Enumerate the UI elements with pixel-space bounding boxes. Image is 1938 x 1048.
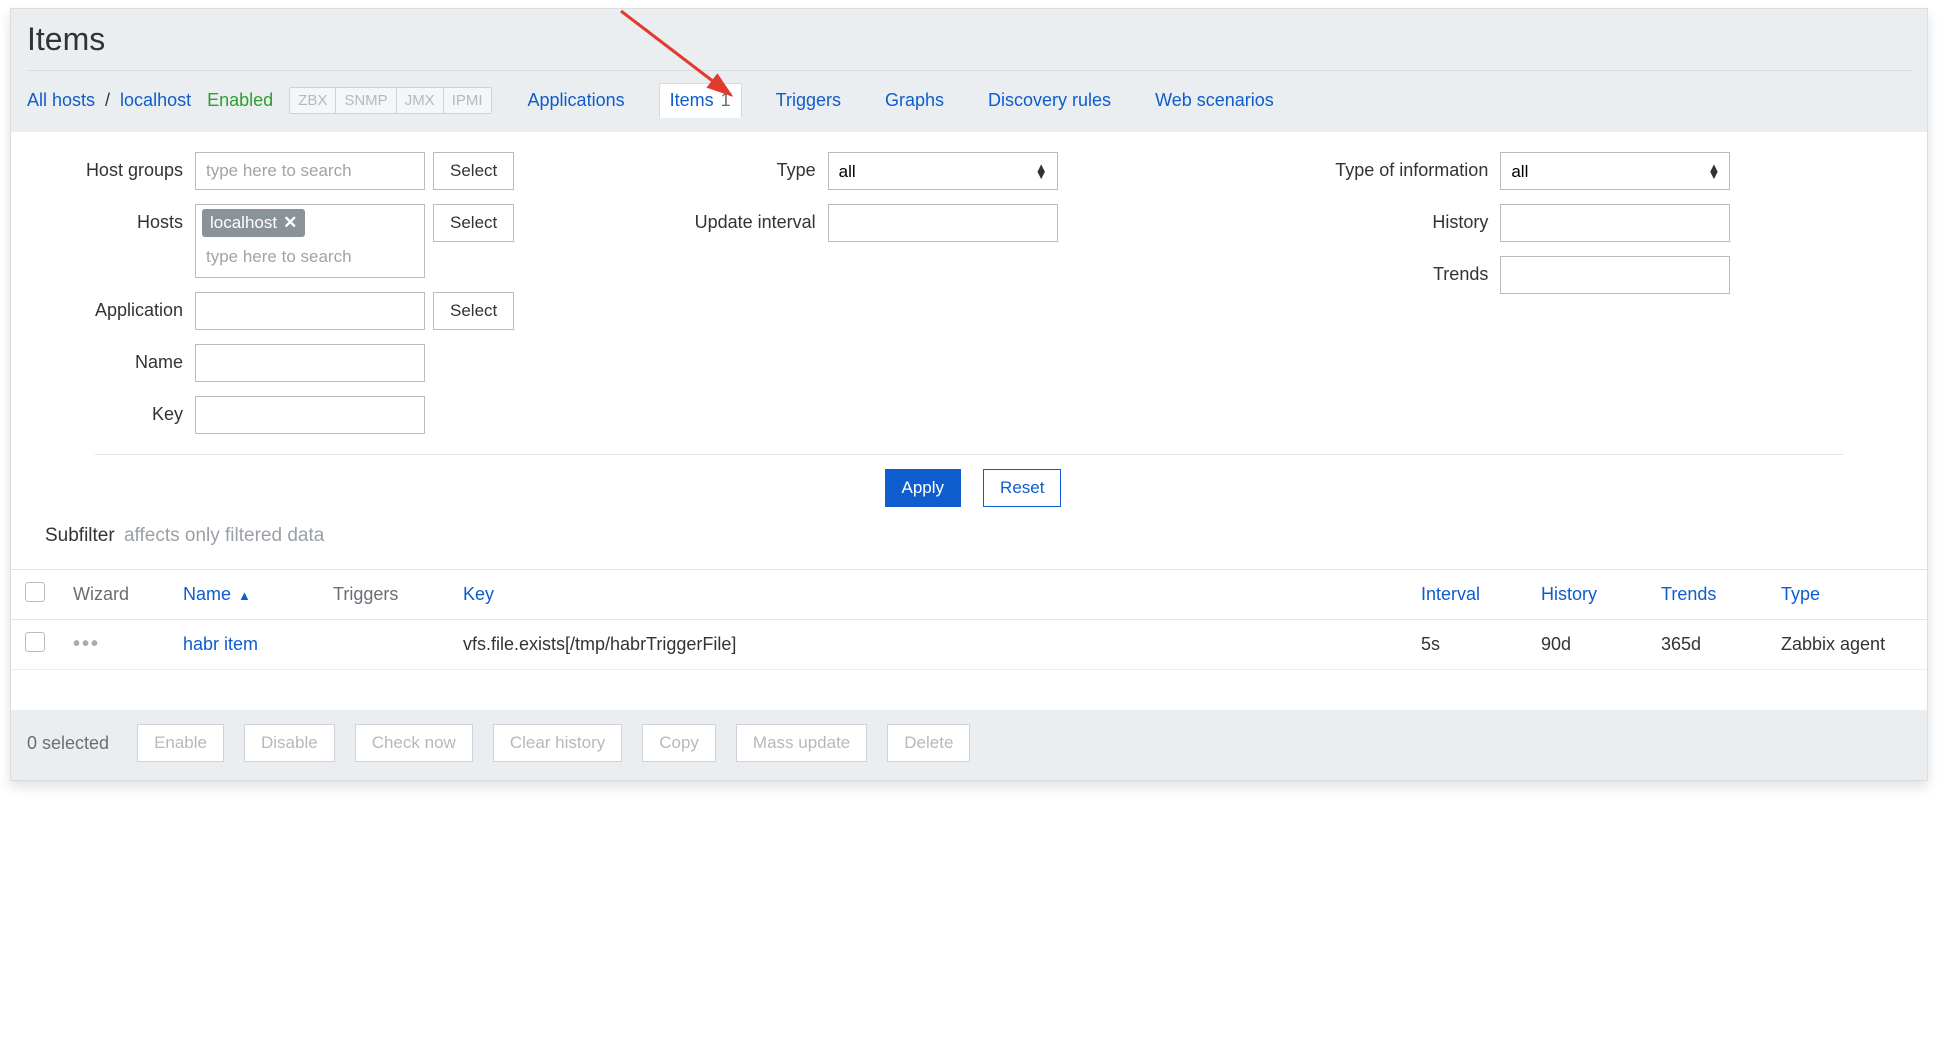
copy-button[interactable]: Copy bbox=[642, 724, 716, 762]
row-checkbox[interactable] bbox=[25, 632, 45, 652]
tab-applications[interactable]: Applications bbox=[518, 84, 635, 117]
selected-count: 0 selected bbox=[27, 733, 109, 754]
tab-graphs[interactable]: Graphs bbox=[875, 84, 954, 117]
subfilter-label: Subfilter bbox=[45, 525, 115, 546]
history-input[interactable] bbox=[1500, 204, 1730, 242]
mass-action-footer: 0 selected Enable Disable Check now Clea… bbox=[11, 710, 1927, 780]
col-trends[interactable]: Trends bbox=[1647, 570, 1767, 620]
filter-col-1: Host groups Select Hosts localhost ✕ Sel… bbox=[35, 152, 638, 448]
sort-asc-icon: ▲ bbox=[238, 588, 251, 603]
breadcrumb-host[interactable]: localhost bbox=[120, 90, 191, 111]
label-hosts: Hosts bbox=[35, 204, 195, 233]
label-key: Key bbox=[35, 396, 195, 425]
filter-panel: Host groups Select Hosts localhost ✕ Sel… bbox=[11, 132, 1927, 569]
label-trends: Trends bbox=[1300, 256, 1500, 285]
reset-button[interactable]: Reset bbox=[983, 469, 1061, 507]
filter-divider bbox=[95, 454, 1843, 455]
label-name: Name bbox=[35, 344, 195, 373]
proto-jmx: JMX bbox=[397, 88, 444, 113]
application-input[interactable] bbox=[195, 292, 425, 330]
disable-button[interactable]: Disable bbox=[244, 724, 335, 762]
trends-input[interactable] bbox=[1500, 256, 1730, 294]
check-now-button[interactable]: Check now bbox=[355, 724, 473, 762]
enable-button[interactable]: Enable bbox=[137, 724, 224, 762]
hosts-select-button[interactable]: Select bbox=[433, 204, 514, 242]
mass-update-button[interactable]: Mass update bbox=[736, 724, 867, 762]
select-all-checkbox[interactable] bbox=[25, 582, 45, 602]
col-name[interactable]: Name ▲ bbox=[169, 570, 319, 620]
hosts-input-box[interactable]: localhost ✕ bbox=[195, 204, 425, 278]
update-interval-input[interactable] bbox=[828, 204, 1058, 242]
clear-history-button[interactable]: Clear history bbox=[493, 724, 622, 762]
cell-history: 90d bbox=[1527, 620, 1647, 670]
application-select-button[interactable]: Select bbox=[433, 292, 514, 330]
tab-web-scenarios[interactable]: Web scenarios bbox=[1145, 84, 1284, 117]
breadcrumb-separator: / bbox=[105, 90, 110, 111]
apply-button[interactable]: Apply bbox=[885, 469, 962, 507]
subfilter-note: affects only filtered data bbox=[124, 525, 324, 546]
col-triggers: Triggers bbox=[319, 570, 449, 620]
key-input[interactable] bbox=[195, 396, 425, 434]
type-of-info-select[interactable]: all bbox=[1500, 152, 1730, 190]
cell-interval: 5s bbox=[1407, 620, 1527, 670]
tab-triggers[interactable]: Triggers bbox=[766, 84, 851, 117]
wizard-menu-icon[interactable]: ••• bbox=[73, 633, 100, 655]
delete-button[interactable]: Delete bbox=[887, 724, 970, 762]
tab-discovery[interactable]: Discovery rules bbox=[978, 84, 1121, 117]
cell-trends: 365d bbox=[1647, 620, 1767, 670]
col-interval[interactable]: Interval bbox=[1407, 570, 1527, 620]
table-row: ••• habr item vfs.file.exists[/tmp/habrT… bbox=[11, 620, 1927, 670]
host-token-label: localhost bbox=[210, 213, 277, 233]
col-type[interactable]: Type bbox=[1767, 570, 1927, 620]
host-token[interactable]: localhost ✕ bbox=[202, 209, 305, 237]
cell-key: vfs.file.exists[/tmp/habrTriggerFile] bbox=[449, 620, 1407, 670]
col-wizard: Wizard bbox=[59, 570, 169, 620]
host-groups-input[interactable] bbox=[195, 152, 425, 190]
filter-col-2: Type all ▲▼ Update interval bbox=[668, 152, 1271, 448]
filter-col-3: Type of information all ▲▼ History Trend… bbox=[1300, 152, 1903, 448]
tab-items-label: Items bbox=[670, 90, 714, 110]
col-key[interactable]: Key bbox=[449, 570, 1407, 620]
item-name-link[interactable]: habr item bbox=[183, 634, 258, 654]
label-history: History bbox=[1300, 204, 1500, 233]
label-type: Type bbox=[668, 152, 828, 181]
label-type-of-info: Type of information bbox=[1300, 152, 1500, 181]
name-input[interactable] bbox=[195, 344, 425, 382]
hosts-search-input[interactable] bbox=[202, 241, 418, 273]
proto-zbx: ZBX bbox=[290, 88, 336, 113]
items-table-wrap: Wizard Name ▲ Triggers Key Interval Hist… bbox=[11, 569, 1927, 710]
tab-items-count: 1 bbox=[721, 90, 731, 110]
items-page: Items All hosts / localhost Enabled ZBX … bbox=[10, 8, 1928, 781]
tab-items[interactable]: Items 1 bbox=[659, 83, 742, 118]
nav-row: All hosts / localhost Enabled ZBX SNMP J… bbox=[27, 70, 1911, 122]
items-table: Wizard Name ▲ Triggers Key Interval Hist… bbox=[11, 569, 1927, 670]
host-groups-select-button[interactable]: Select bbox=[433, 152, 514, 190]
protocol-group: ZBX SNMP JMX IPMI bbox=[289, 87, 491, 114]
label-host-groups: Host groups bbox=[35, 152, 195, 181]
header: Items All hosts / localhost Enabled ZBX … bbox=[11, 9, 1927, 132]
label-update-interval: Update interval bbox=[668, 204, 828, 233]
proto-ipmi: IPMI bbox=[444, 88, 491, 113]
col-history[interactable]: History bbox=[1527, 570, 1647, 620]
cell-triggers bbox=[319, 620, 449, 670]
cell-type: Zabbix agent bbox=[1767, 620, 1927, 670]
tabs: Applications Items 1 Triggers Graphs Dis… bbox=[518, 83, 1284, 118]
filter-actions: Apply Reset bbox=[35, 469, 1903, 507]
subfilter: Subfilter affects only filtered data bbox=[35, 517, 1903, 559]
type-select[interactable]: all bbox=[828, 152, 1058, 190]
page-title: Items bbox=[27, 21, 1911, 58]
host-token-remove-icon[interactable]: ✕ bbox=[283, 213, 297, 233]
status-enabled: Enabled bbox=[207, 90, 273, 111]
label-application: Application bbox=[35, 292, 195, 321]
proto-snmp: SNMP bbox=[336, 88, 396, 113]
breadcrumb-all-hosts[interactable]: All hosts bbox=[27, 90, 95, 111]
